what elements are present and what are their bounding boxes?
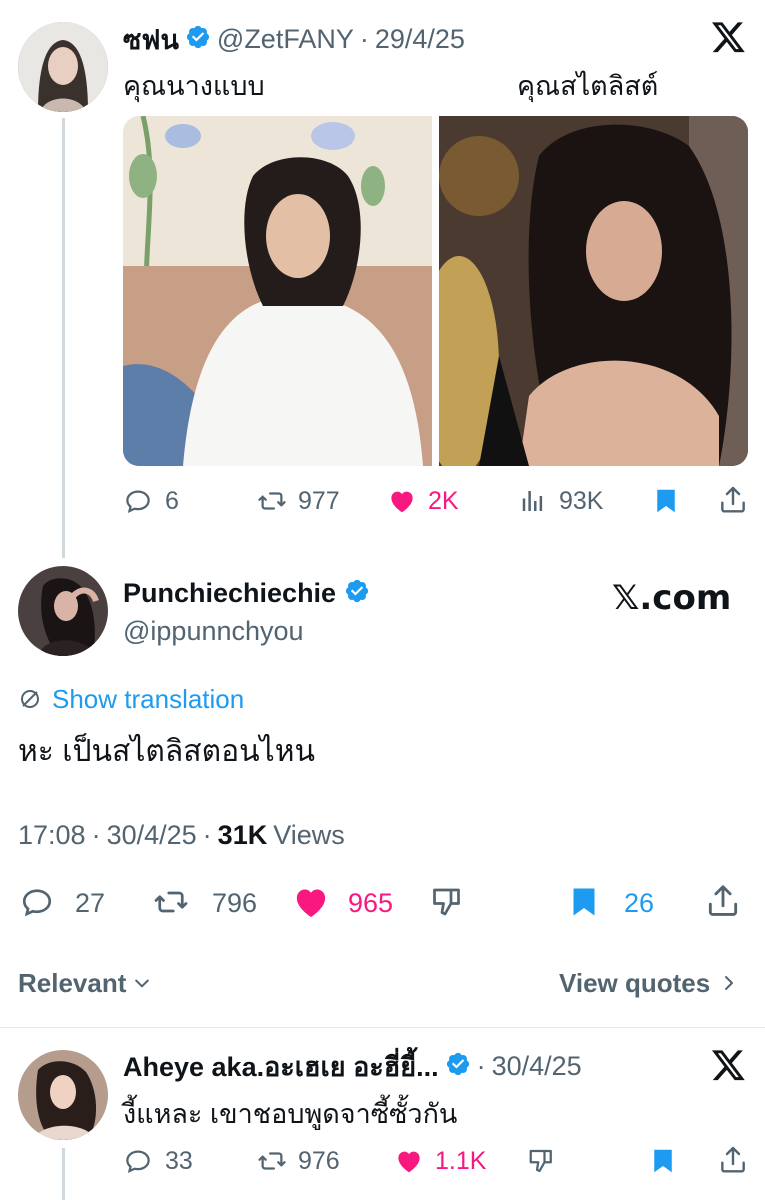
avatar[interactable] bbox=[18, 566, 108, 656]
image-caption-right: คุณสไตลิสต์ bbox=[517, 71, 659, 101]
thread-line bbox=[62, 1148, 65, 1200]
avatar[interactable] bbox=[18, 1050, 108, 1140]
bookmark-count: 26 bbox=[624, 888, 655, 918]
like-icon[interactable] bbox=[290, 882, 332, 922]
separator-dot: · bbox=[202, 819, 212, 850]
retweet-icon[interactable] bbox=[256, 1146, 288, 1176]
view-quotes-link[interactable]: View quotes bbox=[559, 966, 738, 1000]
reply-icon[interactable] bbox=[123, 1146, 153, 1176]
sort-dropdown[interactable]: Relevant bbox=[18, 966, 152, 1000]
share-icon[interactable] bbox=[704, 882, 742, 920]
translate-icon bbox=[18, 687, 42, 711]
separator-dot: · bbox=[91, 819, 101, 850]
x-logo-icon bbox=[712, 1050, 746, 1082]
like-count: 1.1K bbox=[435, 1147, 487, 1175]
author-handle[interactable]: @ZetFANY bbox=[217, 24, 354, 55]
retweet-count: 977 bbox=[298, 487, 340, 515]
author-name[interactable]: Aheye aka.อะเฮเย อะฮี่ยี้... bbox=[123, 1045, 439, 1088]
avatar[interactable] bbox=[18, 22, 108, 112]
bookmark-icon[interactable] bbox=[566, 883, 602, 921]
media-image-left[interactable] bbox=[123, 116, 432, 466]
share-icon[interactable] bbox=[717, 1144, 749, 1176]
reply-icon[interactable] bbox=[18, 884, 56, 920]
verified-badge-icon bbox=[445, 1051, 471, 1082]
views-icon[interactable] bbox=[519, 486, 549, 516]
divider bbox=[0, 1027, 765, 1028]
bookmark-icon[interactable] bbox=[648, 1145, 678, 1177]
thread-line bbox=[62, 118, 65, 558]
media-image-right[interactable] bbox=[439, 116, 748, 466]
tweet-text: งี้แหละ เขาชอบพูดจาซี้ซั้วกัน bbox=[123, 1099, 458, 1129]
show-translation-link[interactable]: Show translation bbox=[52, 684, 244, 715]
bookmark-icon[interactable] bbox=[651, 485, 681, 517]
retweet-icon[interactable] bbox=[150, 884, 192, 920]
like-count: 965 bbox=[348, 888, 394, 918]
author-name[interactable]: ซฟน bbox=[123, 18, 179, 61]
tweet-date[interactable]: 30/4/25 bbox=[107, 820, 197, 851]
views-count: 31K bbox=[217, 819, 268, 850]
dislike-icon[interactable] bbox=[430, 884, 466, 920]
separator-dot: · bbox=[476, 1050, 486, 1081]
verified-badge-icon bbox=[185, 24, 211, 55]
author-handle[interactable]: @ippunnchyou bbox=[123, 616, 304, 647]
image-caption-left: คุณนางแบบ bbox=[123, 71, 265, 101]
view-quotes-label: View quotes bbox=[559, 967, 711, 998]
like-count: 2K bbox=[428, 487, 459, 515]
separator-dot: · bbox=[359, 23, 369, 54]
like-icon[interactable] bbox=[393, 1146, 425, 1176]
share-icon[interactable] bbox=[717, 484, 749, 516]
retweet-count: 796 bbox=[212, 888, 258, 918]
retweet-count: 976 bbox=[298, 1147, 340, 1175]
like-icon[interactable] bbox=[386, 486, 418, 516]
x-com-watermark: 𝕏.com bbox=[612, 578, 732, 618]
retweet-icon[interactable] bbox=[256, 486, 288, 516]
views-label: Views bbox=[273, 819, 345, 850]
sort-label: Relevant bbox=[18, 967, 127, 998]
views-count: 93K bbox=[559, 487, 604, 515]
reply-icon[interactable] bbox=[123, 486, 153, 516]
author-name[interactable]: Punchiechiechie bbox=[123, 578, 336, 609]
tweet-time[interactable]: 17:08 bbox=[18, 820, 86, 851]
tweet-date[interactable]: 30/4/25 bbox=[492, 1051, 582, 1082]
x-logo-icon bbox=[712, 22, 746, 54]
chevron-right-icon bbox=[720, 972, 738, 994]
reply-count: 6 bbox=[165, 487, 179, 515]
reply-count: 27 bbox=[75, 888, 106, 918]
chevron-down-icon bbox=[132, 973, 152, 993]
dislike-icon[interactable] bbox=[527, 1146, 557, 1176]
verified-badge-icon bbox=[344, 578, 370, 609]
tweet-text: หะ เป็นสไตลิสตอนไหน bbox=[18, 735, 315, 768]
reply-count: 33 bbox=[165, 1147, 193, 1175]
tweet-date[interactable]: 29/4/25 bbox=[375, 24, 465, 55]
